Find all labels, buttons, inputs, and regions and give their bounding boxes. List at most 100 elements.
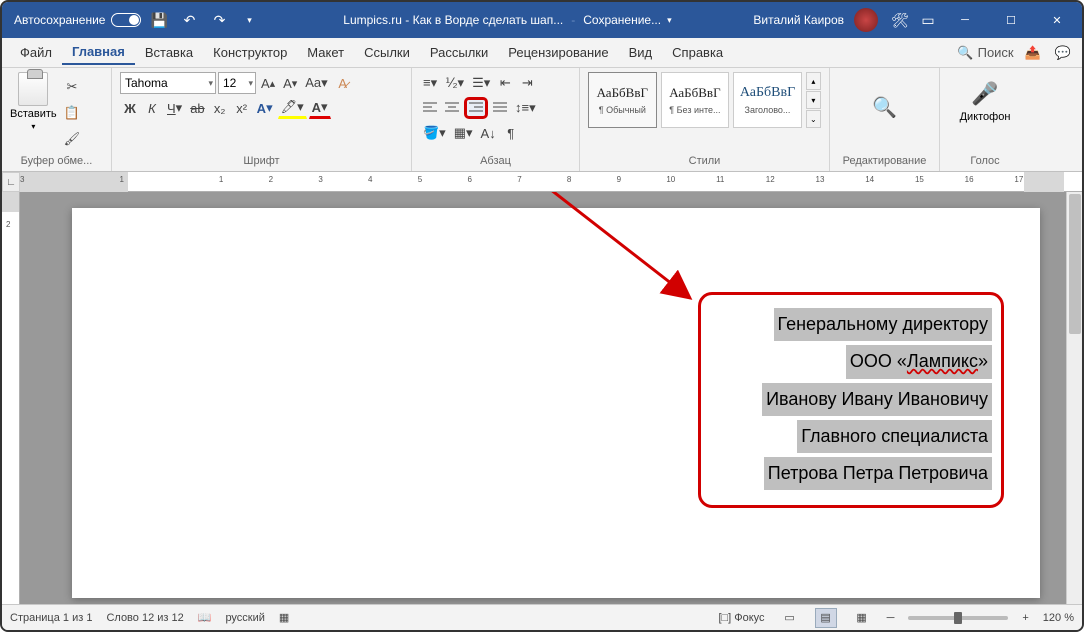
undo-icon[interactable]: ↶ (177, 8, 201, 32)
mic-icon[interactable]: 🎤 (971, 81, 998, 107)
zoom-out-button[interactable]: ─ (887, 612, 895, 624)
sort-icon[interactable]: A↓ (478, 122, 499, 144)
style-normal[interactable]: АаБбВвГ ¶ Обычный (588, 72, 657, 128)
search-box[interactable]: 🔍 Поиск (957, 45, 1013, 61)
avatar[interactable] (854, 8, 878, 32)
spell-check-icon[interactable]: 📖 (198, 611, 212, 624)
ruler-vertical[interactable]: 2 (2, 192, 20, 604)
justify-button[interactable] (490, 97, 510, 119)
underline-button[interactable]: Ч▾ (164, 97, 185, 119)
font-size-select[interactable]: 12 (218, 72, 256, 94)
doc-line[interactable]: ООО «Лампикс» (846, 345, 992, 378)
decrease-indent-icon[interactable]: ⇤ (495, 72, 515, 94)
title-dropdown-icon[interactable]: ▾ (667, 15, 672, 26)
highlight-icon[interactable]: 🖊▾ (278, 97, 307, 119)
doc-line[interactable]: Генеральному директору (774, 308, 992, 341)
bold-button[interactable]: Ж (120, 97, 140, 119)
app-window: Автосохранение 💾 ↶ ↷ ▾ Lumpics.ru - Как … (0, 0, 1084, 632)
language-indicator[interactable]: русский (225, 612, 264, 624)
zoom-handle[interactable] (954, 612, 962, 624)
tab-insert[interactable]: Вставка (135, 41, 203, 64)
qat-dropdown-icon[interactable]: ▾ (237, 8, 261, 32)
doc-line[interactable]: Главного специалиста (797, 420, 992, 453)
tab-design[interactable]: Конструктор (203, 41, 297, 64)
style-gallery-nav[interactable]: ▴▾⌄ (806, 72, 821, 129)
multilevel-icon[interactable]: ☰▾ (469, 72, 493, 94)
minimize-button[interactable]: ─ (944, 2, 986, 38)
format-painter-icon[interactable]: 🖌 (61, 128, 84, 150)
group-styles: АаБбВвГ ¶ Обычный АаБбВвГ ¶ Без инте... … (580, 68, 830, 171)
align-left-button[interactable] (420, 97, 440, 119)
strike-button[interactable]: ab (187, 97, 207, 119)
tab-home[interactable]: Главная (62, 40, 135, 65)
find-icon[interactable]: 🔍 (872, 95, 897, 120)
font-name-select[interactable]: Tahoma (120, 72, 216, 94)
tab-help[interactable]: Справка (662, 41, 733, 64)
tab-references[interactable]: Ссылки (354, 41, 420, 64)
print-layout-icon[interactable]: ▤ (815, 608, 837, 628)
scrollbar-thumb[interactable] (1069, 194, 1081, 334)
tab-file[interactable]: Файл (10, 41, 62, 64)
zoom-in-button[interactable]: + (1022, 612, 1028, 624)
clear-format-icon[interactable]: A̷ (333, 72, 353, 94)
zoom-level[interactable]: 120 % (1043, 612, 1074, 624)
change-case-icon[interactable]: Aa▾ (302, 72, 330, 94)
subscript-button[interactable]: x₂ (210, 97, 230, 119)
tab-view[interactable]: Вид (619, 41, 663, 64)
page[interactable]: Генеральному директору ООО «Лампикс» Ива… (72, 208, 1040, 598)
paste-label[interactable]: Вставить (10, 108, 57, 120)
share-button[interactable]: 📤 (1022, 42, 1044, 64)
paste-icon[interactable] (18, 72, 48, 106)
save-icon[interactable]: 💾 (147, 8, 171, 32)
line-spacing-icon[interactable]: ↕≡▾ (512, 97, 539, 119)
font-color-icon[interactable]: A▾ (309, 97, 331, 119)
text-effects-icon[interactable]: A▾ (254, 97, 276, 119)
word-count[interactable]: Слово 12 из 12 (106, 612, 183, 624)
doc-line[interactable]: Иванову Ивану Ивановичу (762, 383, 992, 416)
close-button[interactable]: ✕ (1036, 2, 1078, 38)
statusbar: Страница 1 из 1 Слово 12 из 12 📖 русский… (2, 604, 1082, 630)
macro-icon[interactable]: ▦ (279, 611, 289, 624)
web-layout-icon[interactable]: ▦ (851, 608, 873, 628)
italic-button[interactable]: К (142, 97, 162, 119)
focus-mode[interactable]: [□] Фокус (718, 612, 764, 624)
paste-dropdown-icon[interactable]: ▾ (31, 122, 35, 131)
numbering-icon[interactable]: ⅟₂▾ (442, 72, 467, 94)
tab-layout[interactable]: Макет (297, 41, 354, 64)
ruler-horizontal[interactable]: ∟ (2, 172, 1082, 192)
show-marks-icon[interactable]: ¶ (501, 122, 521, 144)
zoom-slider[interactable] (908, 616, 1008, 620)
ribbon-options-icon[interactable]: ▭ (916, 8, 940, 32)
vertical-scrollbar[interactable] (1066, 192, 1082, 604)
tab-mailings[interactable]: Рассылки (420, 41, 498, 64)
maximize-button[interactable]: ☐ (990, 2, 1032, 38)
align-right-button[interactable] (464, 97, 488, 119)
grow-font-icon[interactable]: A▴ (258, 72, 278, 94)
ruler-corner[interactable]: ∟ (2, 172, 20, 192)
redo-icon[interactable]: ↷ (207, 8, 231, 32)
superscript-button[interactable]: x² (232, 97, 252, 119)
menubar: Файл Главная Вставка Конструктор Макет С… (2, 38, 1082, 68)
comments-button[interactable]: 💬 (1052, 42, 1074, 64)
shading-icon[interactable]: 🪣▾ (420, 122, 449, 144)
bullets-icon[interactable]: ≡▾ (420, 72, 440, 94)
increase-indent-icon[interactable]: ⇥ (517, 72, 537, 94)
align-center-button[interactable] (442, 97, 462, 119)
dictate-label[interactable]: Диктофон (960, 111, 1011, 123)
page-indicator[interactable]: Страница 1 из 1 (10, 612, 92, 624)
autosave-toggle[interactable] (111, 13, 141, 27)
tab-review[interactable]: Рецензирование (498, 41, 618, 64)
tools-icon[interactable]: 🛠 (888, 8, 912, 32)
shrink-font-icon[interactable]: A▾ (280, 72, 300, 94)
cut-icon[interactable]: ✂ (61, 76, 84, 98)
ribbon: Вставить ▾ ✂ 📋 🖌 Буфер обме... Tahoma 12… (2, 68, 1082, 172)
borders-icon[interactable]: ▦▾ (451, 122, 476, 144)
copy-icon[interactable]: 📋 (61, 102, 84, 124)
read-mode-icon[interactable]: ▭ (779, 608, 801, 628)
paragraph-group-label: Абзац (420, 153, 571, 169)
style-heading1[interactable]: АаБбВвГ Заголово... (733, 72, 802, 128)
titlebar: Автосохранение 💾 ↶ ↷ ▾ Lumpics.ru - Как … (2, 2, 1082, 38)
document-header-block[interactable]: Генеральному директору ООО «Лампикс» Ива… (762, 306, 992, 492)
doc-line[interactable]: Петрова Петра Петровича (764, 457, 992, 490)
style-no-spacing[interactable]: АаБбВвГ ¶ Без инте... (661, 72, 730, 128)
